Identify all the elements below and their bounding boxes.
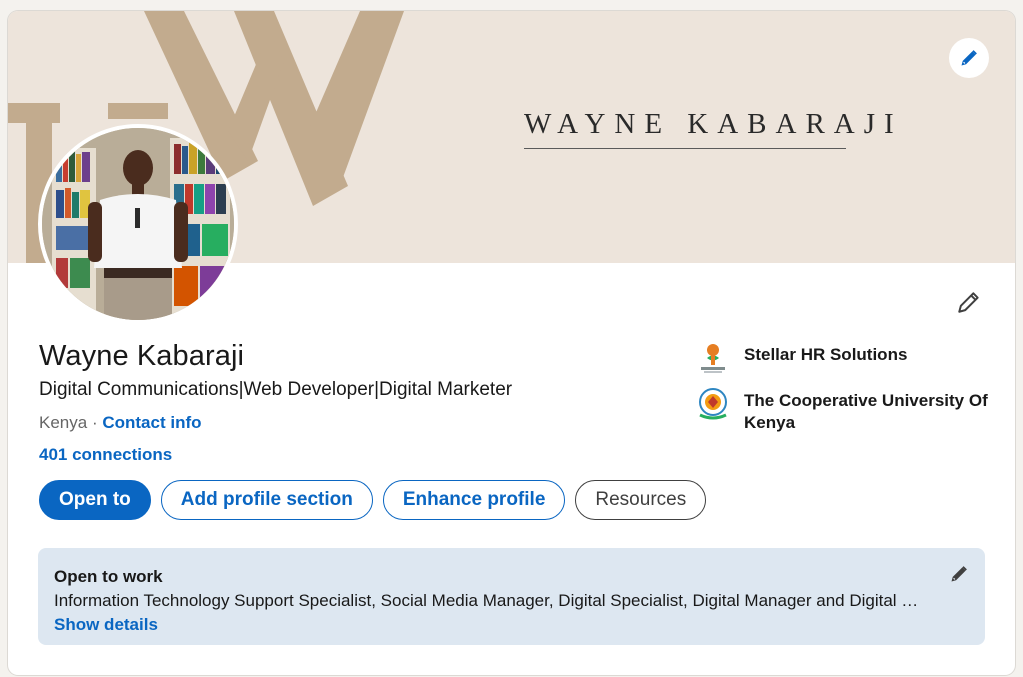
profile-headline: Digital Communications|Web Developer|Dig… — [39, 379, 513, 400]
profile-actions: Open to Add profile section Enhance prof… — [39, 480, 707, 520]
organization-name: Stellar HR Solutions — [744, 345, 908, 364]
profile-location: Kenya — [39, 413, 88, 432]
organizations-list: Stellar HR Solutions The Cooperative Uni… — [696, 341, 996, 446]
resources-button[interactable]: Resources — [575, 480, 707, 520]
pencil-icon — [958, 292, 979, 313]
organization-item[interactable]: Stellar HR Solutions — [696, 341, 996, 375]
show-details-link[interactable]: Show details — [54, 615, 158, 635]
contact-info-link[interactable]: Contact info — [102, 413, 201, 432]
profile-card: WAYNE KABARAJI Wayne Kabaraji Digital Co… — [8, 11, 1015, 675]
open-to-work-card[interactable]: Open to work Information Technology Supp… — [38, 548, 985, 645]
edit-intro-button[interactable] — [954, 287, 984, 317]
connections-link[interactable]: 401 connections — [39, 445, 172, 465]
cooperative-university-crest — [699, 388, 727, 420]
edit-banner-button[interactable] — [949, 38, 989, 78]
open-to-button[interactable]: Open to — [39, 480, 151, 520]
stellar-hr-logo — [701, 344, 725, 373]
profile-photo-image — [42, 128, 234, 320]
location-separator: · — [91, 413, 98, 432]
open-to-work-title: Open to work — [54, 567, 163, 586]
pencil-icon — [951, 566, 967, 582]
open-to-work-description: Information Technology Support Specialis… — [54, 591, 919, 610]
organization-name: The Cooperative University Of Kenya — [744, 391, 988, 432]
add-profile-section-button[interactable]: Add profile section — [160, 480, 373, 520]
banner-title: WAYNE KABARAJI — [524, 108, 903, 140]
profile-name: Wayne Kabaraji — [39, 340, 245, 372]
enhance-profile-button[interactable]: Enhance profile — [382, 480, 566, 520]
profile-photo[interactable] — [38, 124, 238, 324]
edit-open-to-work-button[interactable] — [948, 563, 970, 585]
banner-rule — [524, 148, 846, 149]
pencil-icon — [961, 50, 977, 66]
location-row: Kenya · Contact info — [39, 413, 202, 433]
organization-item[interactable]: The Cooperative University Of Kenya — [696, 387, 996, 434]
